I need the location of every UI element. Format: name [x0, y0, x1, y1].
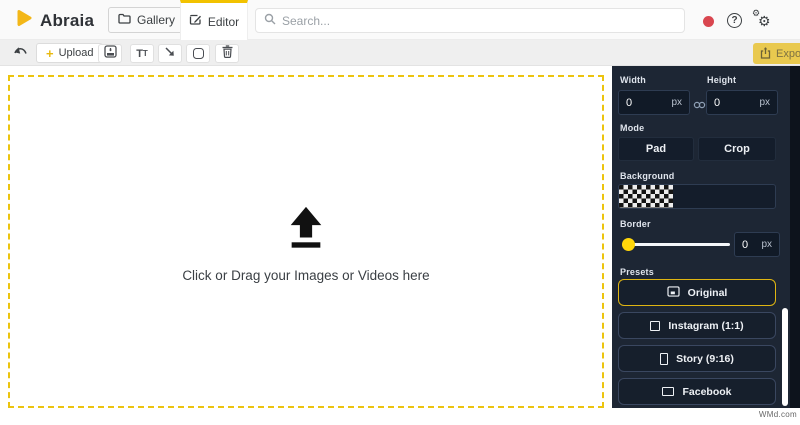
mode-pad-label: Pad	[645, 143, 667, 155]
brand-name: Abraia	[40, 10, 95, 30]
border-unit: px	[761, 239, 772, 250]
trash-icon	[222, 44, 233, 63]
header-bar: Abraia Gallery Editor ? ⚙ ⚙	[0, 0, 800, 40]
record-indicator-dot	[703, 16, 714, 27]
border-slider-thumb[interactable]	[622, 238, 635, 251]
dropzone-content: Click or Drag your Images or Videos here	[10, 205, 602, 283]
sidebar-scrollbar-thumb[interactable]	[782, 308, 788, 406]
export-button-label: Export	[776, 47, 800, 60]
folder-icon	[118, 13, 131, 27]
text-tool-icon-small: T	[142, 49, 148, 58]
preset-original-label: Original	[687, 286, 728, 299]
mode-pad-button[interactable]: Pad	[618, 137, 694, 161]
upload-dropzone[interactable]: Click or Drag your Images or Videos here	[8, 75, 604, 408]
text-tool-button[interactable]: TT	[130, 44, 154, 63]
border-label: Border	[620, 219, 651, 229]
undo-arrow-icon	[12, 47, 30, 64]
export-icon	[760, 46, 771, 62]
width-label: Width	[620, 75, 646, 85]
diagonal-arrow-icon	[164, 45, 176, 63]
height-value: 0	[714, 96, 721, 109]
brand-logo[interactable]: Abraia	[14, 8, 94, 33]
editor-toolbar: + Upload TT Expor	[0, 40, 800, 66]
background-color-swatch[interactable]	[618, 184, 776, 209]
width-unit: px	[671, 97, 682, 108]
preset-facebook-button[interactable]: Facebook	[618, 378, 776, 405]
border-value: 0	[742, 238, 749, 251]
border-value-input[interactable]: 0 px	[734, 232, 780, 257]
help-glyph: ?	[731, 15, 738, 26]
mode-crop-button[interactable]: Crop	[698, 137, 776, 161]
border-slider-track[interactable]	[622, 238, 730, 251]
app-window: Abraia Gallery Editor ? ⚙ ⚙	[0, 0, 800, 425]
mode-crop-label: Crop	[724, 143, 750, 155]
export-button[interactable]: Export	[753, 43, 800, 64]
height-unit: px	[759, 97, 770, 108]
play-logo-icon	[14, 8, 34, 33]
shape-tool-button[interactable]	[186, 44, 210, 63]
link-dimensions-icon[interactable]	[693, 97, 706, 109]
upload-button[interactable]: + Upload	[36, 43, 104, 63]
square-ratio-icon	[650, 320, 661, 331]
landscape-ratio-icon	[662, 387, 675, 396]
save-tool-button[interactable]	[98, 44, 122, 63]
height-label: Height	[707, 75, 737, 85]
search-input[interactable]	[282, 13, 676, 28]
tab-gallery[interactable]: Gallery	[108, 7, 186, 33]
portrait-ratio-icon	[660, 352, 669, 365]
preset-original-button[interactable]: Original	[618, 279, 776, 306]
tab-editor[interactable]: Editor	[180, 0, 248, 40]
presets-label: Presets	[620, 267, 654, 277]
big-gear-glyph: ⚙	[758, 13, 771, 29]
tab-gallery-label: Gallery	[137, 13, 176, 27]
dropzone-text: Click or Drag your Images or Videos here	[182, 268, 430, 283]
preset-story-label: Story (9:16)	[676, 352, 734, 365]
resize-tool-button[interactable]	[158, 44, 182, 63]
save-icon	[103, 44, 117, 63]
help-icon[interactable]: ?	[727, 13, 742, 28]
text-tool-icon: T	[136, 47, 143, 60]
tab-editor-label: Editor	[207, 14, 240, 29]
search-box[interactable]	[255, 8, 685, 33]
upload-button-label: Upload	[58, 47, 94, 59]
width-value: 0	[626, 96, 633, 109]
mode-label: Mode	[620, 123, 645, 133]
upload-arrow-icon	[283, 205, 329, 254]
transparency-checker	[619, 185, 673, 208]
preset-instagram-label: Instagram (1:1)	[668, 319, 744, 332]
rounded-rect-icon	[192, 48, 204, 59]
sidebar-edge-strip	[790, 66, 800, 408]
width-input[interactable]: 0 px	[618, 90, 690, 115]
settings-gear-icon[interactable]: ⚙ ⚙	[752, 9, 774, 31]
delete-tool-button[interactable]	[215, 44, 239, 63]
preset-instagram-button[interactable]: Instagram (1:1)	[618, 312, 776, 339]
image-icon	[667, 285, 680, 300]
background-label: Background	[620, 171, 675, 181]
preset-story-button[interactable]: Story (9:16)	[618, 345, 776, 372]
undo-button[interactable]	[12, 44, 30, 62]
height-input[interactable]: 0 px	[706, 90, 778, 115]
plus-icon: +	[46, 45, 54, 61]
editor-icon	[189, 14, 202, 29]
search-icon	[264, 12, 276, 30]
preset-facebook-label: Facebook	[682, 385, 732, 398]
resize-options-panel: Width Height 0 px 0 px Mode Pad Crop Bac…	[612, 66, 800, 408]
watermark-text: WMd.com	[758, 410, 797, 419]
